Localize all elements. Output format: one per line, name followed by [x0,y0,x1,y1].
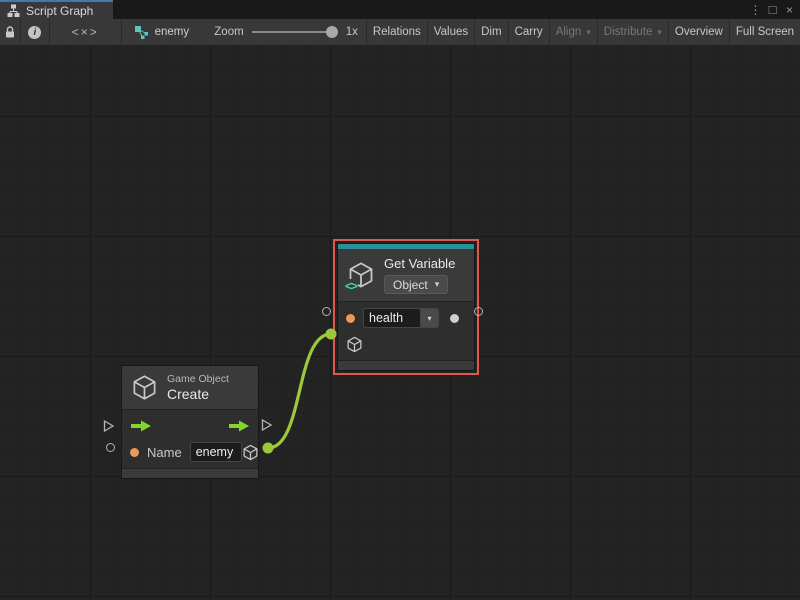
variable-scope-dropdown[interactable]: Object ▾ [384,275,448,294]
node-title: Get Variable [384,256,455,272]
node-supertitle: Game Object [167,373,229,386]
inspector-button[interactable]: i [21,19,50,45]
maximize-icon[interactable]: □ [764,2,781,17]
port-name-in[interactable] [106,443,115,452]
wire-start-dot[interactable] [263,443,274,454]
variable-name-input[interactable] [363,308,420,328]
zoom-slider[interactable] [252,26,338,38]
chevron-down-icon: ▾ [427,314,431,323]
tab-title: Script Graph [26,4,93,18]
connection-wire[interactable] [263,329,337,454]
angle-brackets-x-icon: <×> [72,25,99,39]
window-controls: ⋮ □ × [747,0,798,19]
mini-graph-icon [134,25,149,40]
graph-hierarchy-icon [7,4,20,17]
graph-name-label[interactable]: enemy [155,26,190,38]
name-input[interactable] [190,442,242,462]
graph-canvas[interactable]: Game Object Create Name [0,45,800,600]
node-body: ▾ [338,302,474,360]
chevron-down-icon: ▾ [586,27,591,38]
port-value-out[interactable] [474,307,483,316]
node-get-variable[interactable]: <> Get Variable Object ▾ ▾ [333,239,479,375]
flow-output-arrow-icon[interactable] [228,420,250,432]
edit-graph-button[interactable]: <×> [50,19,122,45]
info-icon: i [28,26,41,39]
values-button[interactable]: Values [428,19,475,45]
graph-breadcrumb: enemy Zoom 1x [122,19,367,45]
port-flow-out[interactable] [260,418,273,432]
node-footer [122,468,258,478]
window-menu-icon[interactable]: ⋮ [747,3,764,17]
flow-input-arrow-icon[interactable] [130,420,152,432]
tab-bar: Script Graph ⋮ □ × [0,0,800,19]
zoom-slider-handle[interactable] [326,26,338,38]
port-variable-name-in[interactable] [322,307,331,316]
chevron-down-icon: ▾ [435,279,440,290]
code-brackets-icon: <> [344,279,358,293]
chevron-down-icon: ▾ [657,27,662,38]
relations-button[interactable]: Relations [367,19,428,45]
zoom-value: 1x [346,26,358,38]
value-port-dot[interactable] [130,448,139,457]
port-flow-in[interactable] [102,419,115,433]
node-create-game-object[interactable]: Game Object Create Name [121,365,259,479]
node-header: <> Get Variable Object ▾ [338,249,474,302]
name-input-label: Name [147,445,182,460]
lock-icon [4,25,16,39]
overview-button[interactable]: Overview [669,19,730,45]
align-button[interactable]: Align ▾ [550,19,598,45]
graph-toolbar: i <×> enemy Zoom 1x Relations Values Dim… [0,19,800,45]
distribute-button[interactable]: Distribute ▾ [598,19,669,45]
value-output-dot[interactable] [450,314,459,323]
node-footer [338,360,474,370]
target-object-cube-icon[interactable] [346,336,363,353]
close-icon[interactable]: × [781,3,798,17]
zoom-label: Zoom [214,26,243,38]
zoom-slider-track [252,31,338,33]
lock-button[interactable] [0,19,21,45]
node-body: Name [122,410,258,468]
tab-script-graph[interactable]: Script Graph [0,0,113,19]
variable-name-dropdown-button[interactable]: ▾ [420,308,439,328]
game-object-cube-icon [131,374,158,401]
node-title: Create [167,386,229,402]
dim-button[interactable]: Dim [475,19,508,45]
value-port-dot[interactable] [346,314,355,323]
full-screen-button[interactable]: Full Screen [730,19,800,45]
carry-button[interactable]: Carry [509,19,550,45]
game-object-output-cube-icon[interactable] [242,444,259,461]
node-header: Game Object Create [122,366,258,410]
